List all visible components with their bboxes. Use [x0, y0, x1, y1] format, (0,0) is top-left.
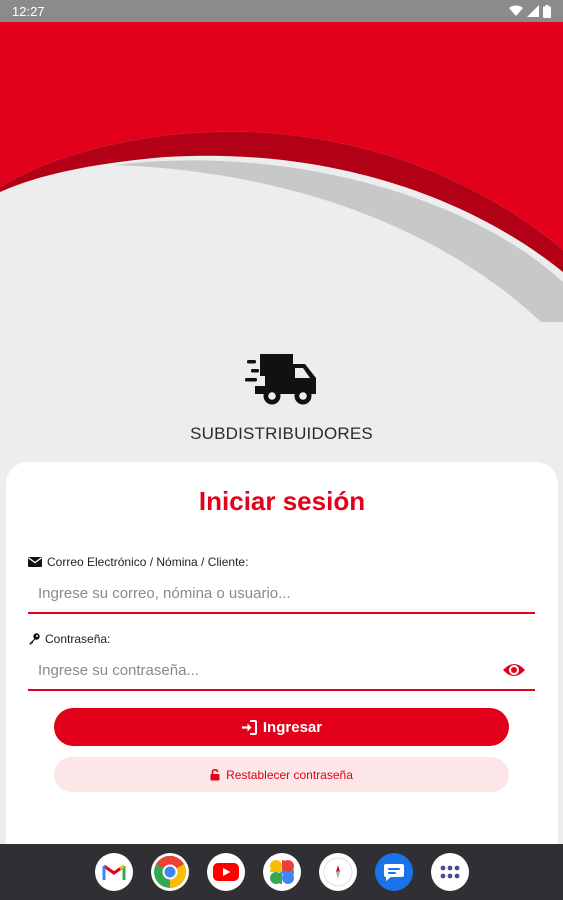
gmail-icon[interactable] — [94, 853, 133, 891]
reset-password-label: Restablecer contraseña — [226, 767, 353, 782]
password-input[interactable] — [28, 651, 535, 689]
signal-icon — [527, 5, 539, 17]
status-time: 12:27 — [12, 3, 45, 19]
app-drawer-icon[interactable] — [430, 853, 469, 891]
envelope-icon — [28, 557, 42, 567]
brand-block: SUBDISTRIBUIDORES — [0, 350, 563, 444]
photos-icon[interactable] — [262, 853, 301, 891]
messages-icon[interactable] — [374, 853, 413, 891]
header-wave-banner — [0, 22, 563, 322]
wifi-icon — [509, 5, 523, 16]
user-input[interactable] — [28, 574, 535, 612]
unlock-icon — [210, 768, 220, 780]
key-icon — [29, 633, 40, 645]
user-field-label: Correo Electrónico / Nómina / Cliente: — [28, 555, 248, 569]
reset-password-button[interactable]: Restablecer contraseña — [54, 757, 509, 792]
chrome-icon[interactable] — [150, 853, 189, 891]
app-dock — [0, 844, 563, 900]
sign-in-icon — [241, 719, 257, 735]
battery-icon — [543, 4, 551, 18]
youtube-icon[interactable] — [206, 853, 245, 891]
user-field — [28, 574, 535, 614]
login-card: Iniciar sesión Correo Electrónico / Nómi… — [6, 462, 558, 862]
status-icons — [509, 4, 551, 18]
login-button[interactable]: Ingresar — [54, 708, 509, 746]
password-field — [28, 651, 535, 691]
brand-name: SUBDISTRIBUIDORES — [190, 424, 373, 443]
login-button-label: Ingresar — [262, 718, 323, 736]
delivery-truck-icon — [244, 354, 316, 405]
password-label-text: Contraseña: — [45, 632, 111, 646]
status-bar: 12:27 — [0, 0, 563, 22]
password-field-label: Contraseña: — [28, 632, 110, 646]
user-label-text: Correo Electrónico / Nómina / Cliente: — [47, 555, 249, 569]
login-title: Iniciar sesión — [198, 486, 366, 516]
eye-icon[interactable] — [502, 660, 526, 680]
compass-icon[interactable] — [318, 853, 357, 891]
